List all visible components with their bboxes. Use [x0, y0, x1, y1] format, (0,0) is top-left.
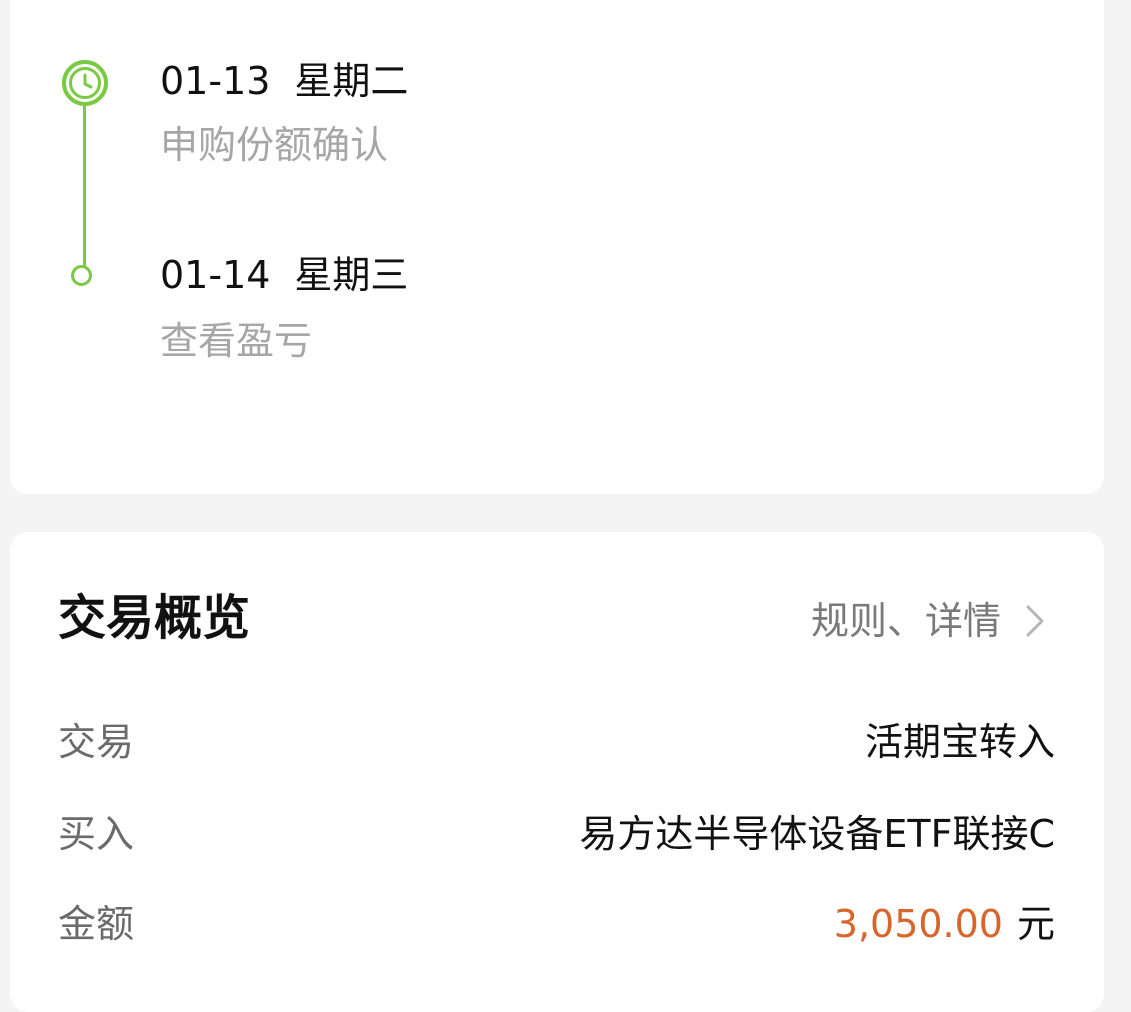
row-trade-value: 活期宝转入: [864, 720, 1055, 764]
timeline-step-2-date: 01-14 星期三: [160, 256, 408, 294]
timeline-step-1-desc: 申购份额确认: [160, 123, 389, 167]
row-amount-value: 3,050.00 元: [834, 905, 1055, 943]
timeline-connector: [83, 106, 86, 266]
chevron-right-icon: [1026, 605, 1044, 637]
clock-icon: [62, 60, 108, 106]
overview-title: 交易概览: [58, 590, 251, 646]
amount-unit: 元: [1016, 902, 1055, 946]
timeline-step-2-day: 01-14: [160, 253, 271, 297]
timeline-step-1-day: 01-13: [160, 59, 271, 103]
timeline-step-1-date: 01-13 星期二: [160, 62, 408, 100]
row-buy-label: 买入: [58, 812, 135, 856]
rules-details-link[interactable]: 规则、详情: [811, 602, 1049, 640]
circle-dot-icon: [71, 265, 92, 286]
timeline-step-2-weekday: 星期三: [294, 253, 409, 297]
timeline-step-1-weekday: 星期二: [294, 59, 409, 103]
amount-number: 3,050.00: [833, 902, 1003, 946]
timeline-step-2-desc: 查看盈亏: [160, 319, 313, 363]
row-buy-value: 易方达半导体设备ETF联接C: [579, 812, 1055, 856]
row-amount-label: 金额: [58, 902, 135, 946]
row-trade-label: 交易: [58, 720, 135, 764]
rules-details-label: 规则、详情: [810, 599, 1001, 643]
